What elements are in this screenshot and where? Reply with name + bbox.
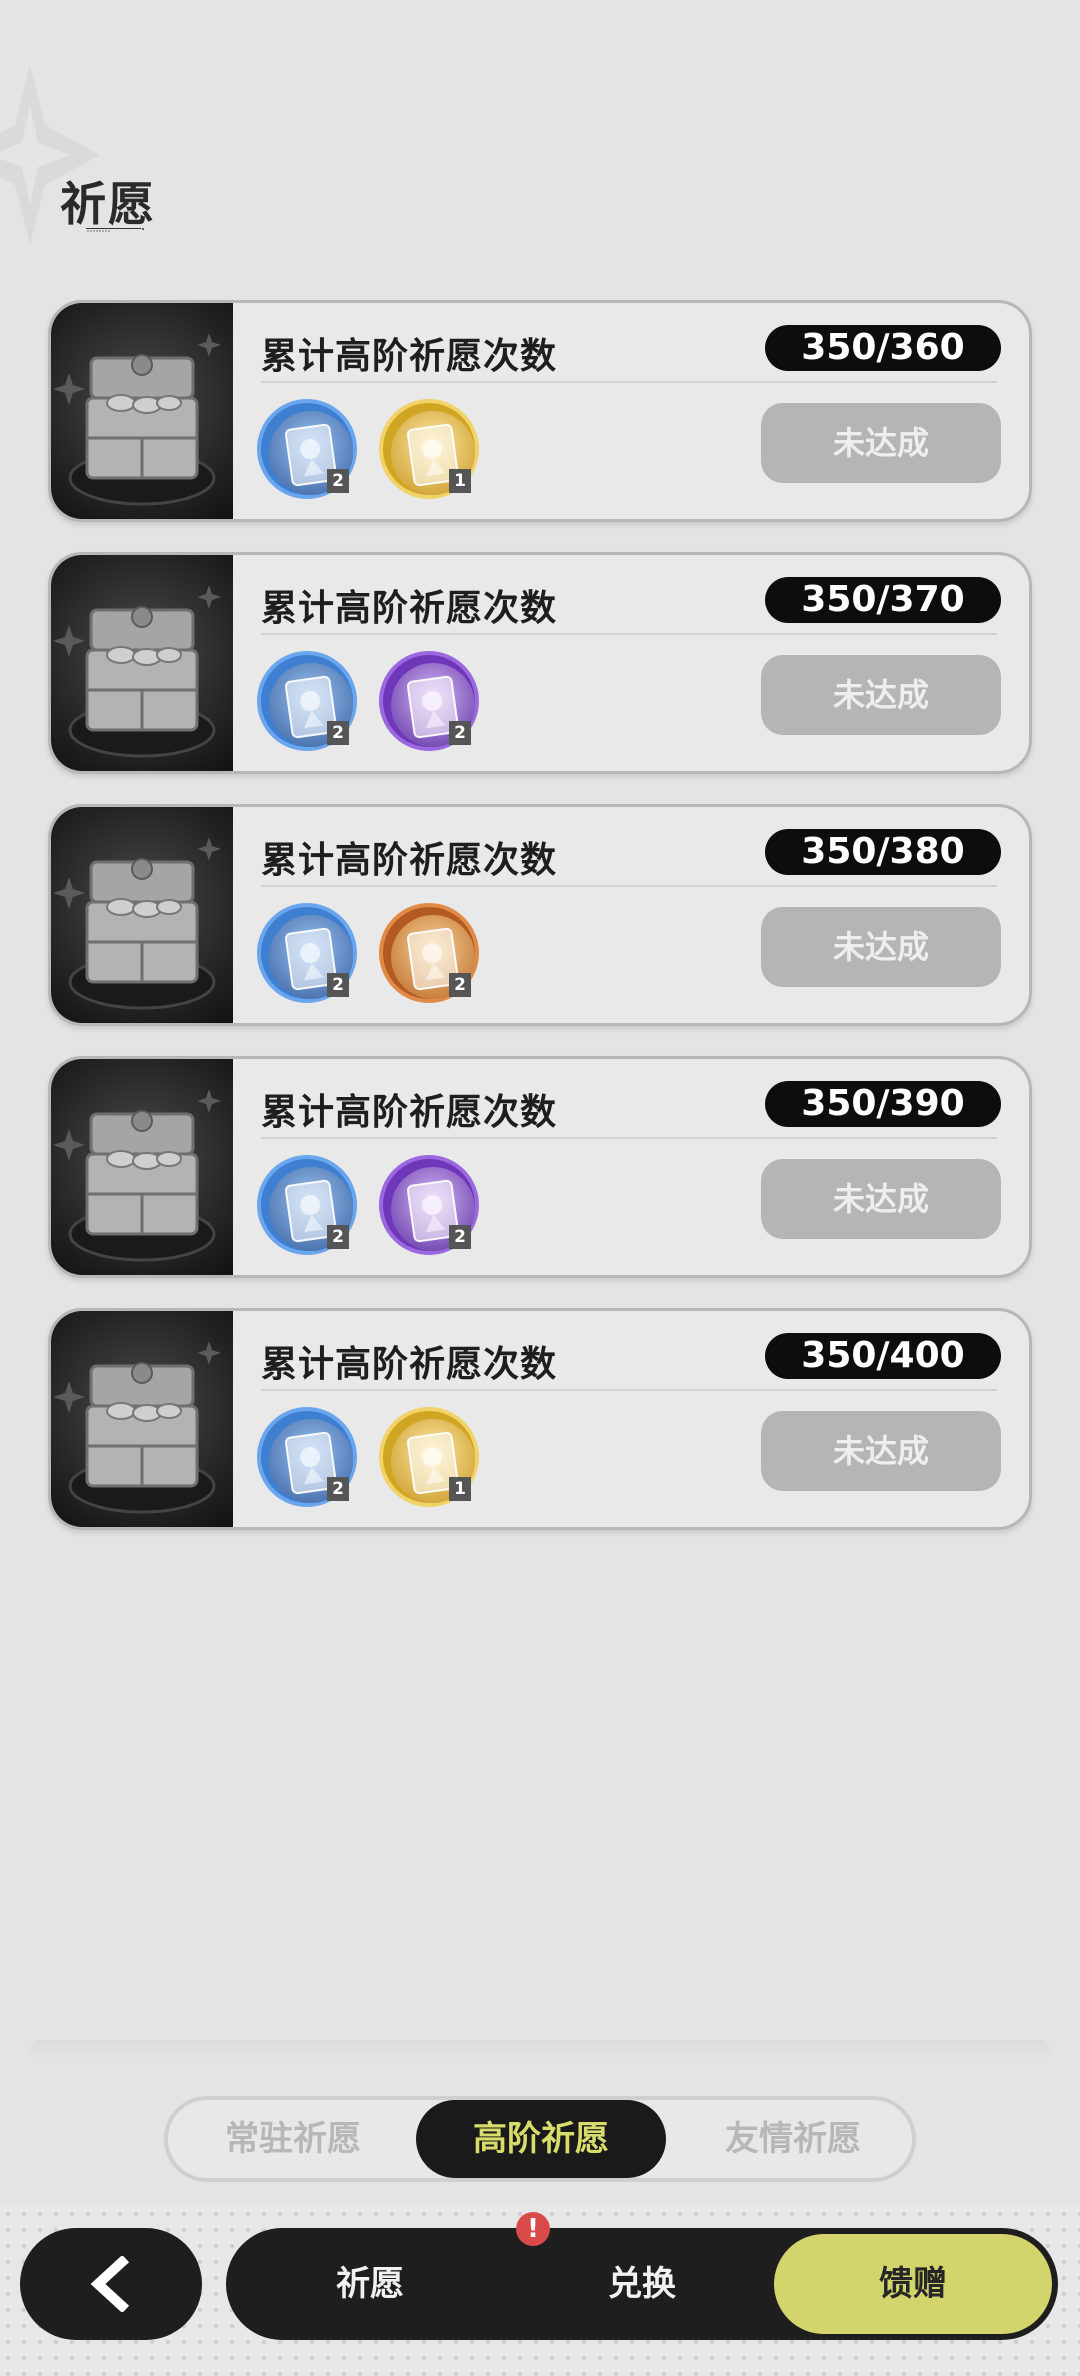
progress-badge: 350/390 <box>765 1081 1001 1127</box>
milestone-list: 累计高阶祈愿次数 350/360 2 1 未达成 累计高阶祈愿次数 350/37… <box>48 300 1032 1560</box>
milestone-card: 累计高阶祈愿次数 350/400 2 1 未达成 <box>48 1308 1032 1530</box>
reward-count: 2 <box>327 721 349 745</box>
progress-badge: 350/400 <box>765 1333 1001 1379</box>
treasure-chest-icon <box>51 807 233 1023</box>
reward-count: 2 <box>327 469 349 493</box>
divider <box>261 885 997 887</box>
divider-shadow <box>30 2040 1050 2060</box>
milestone-label: 累计高阶祈愿次数 <box>261 1092 558 1133</box>
reward-count: 2 <box>327 1477 349 1501</box>
reward-count: 1 <box>449 469 471 493</box>
progress-badge: 350/380 <box>765 829 1001 875</box>
reward-item[interactable]: 2 <box>257 651 357 751</box>
milestone-card: 累计高阶祈愿次数 350/390 2 2 未达成 <box>48 1056 1032 1278</box>
reward-item[interactable]: 2 <box>257 1407 357 1507</box>
milestone-label: 累计高阶祈愿次数 <box>261 1344 558 1385</box>
bottom-nav: 祈愿 ! 兑换 馈赠 <box>226 2212 1058 2340</box>
claim-status-button[interactable]: 未达成 <box>761 1159 1001 1239</box>
reward-count: 2 <box>449 721 471 745</box>
tab-friendship-wish[interactable]: 友情祈愿 <box>668 2100 918 2178</box>
divider <box>261 381 997 383</box>
nav-wish-label: 祈愿 <box>336 2264 404 2304</box>
nav-exchange[interactable]: 兑换 <box>542 2228 742 2340</box>
nav-wish[interactable]: 祈愿 ! <box>270 2212 550 2340</box>
claim-status-button[interactable]: 未达成 <box>761 403 1001 483</box>
chevron-left-icon <box>90 2256 130 2312</box>
treasure-chest-icon <box>51 303 233 519</box>
reward-item[interactable]: 1 <box>379 399 479 499</box>
progress-badge: 350/360 <box>765 325 1001 371</box>
reward-item[interactable]: 2 <box>379 903 479 1003</box>
reward-item[interactable]: 2 <box>257 1155 357 1255</box>
claim-status-button[interactable]: 未达成 <box>761 1411 1001 1491</box>
milestone-label: 累计高阶祈愿次数 <box>261 840 558 881</box>
claim-status-button[interactable]: 未达成 <box>761 907 1001 987</box>
treasure-chest-icon <box>51 1059 233 1275</box>
divider <box>261 1137 997 1139</box>
reward-item[interactable]: 2 <box>379 1155 479 1255</box>
reward-item[interactable]: 2 <box>257 399 357 499</box>
treasure-chest-icon <box>51 555 233 771</box>
reward-item[interactable]: 2 <box>257 903 357 1003</box>
tab-standard-wish[interactable]: 常驻祈愿 <box>168 2100 418 2178</box>
reward-item[interactable]: 1 <box>379 1407 479 1507</box>
reward-count: 2 <box>327 1225 349 1249</box>
nav-gift[interactable]: 馈赠 <box>774 2234 1052 2334</box>
progress-badge: 350/370 <box>765 577 1001 623</box>
title-underline <box>86 228 144 232</box>
reward-item[interactable]: 2 <box>379 651 479 751</box>
wish-type-tabs: 常驻祈愿 高阶祈愿 友情祈愿 <box>164 2096 916 2182</box>
divider <box>261 1389 997 1391</box>
back-button[interactable] <box>20 2228 202 2340</box>
reward-count: 1 <box>449 1477 471 1501</box>
milestone-label: 累计高阶祈愿次数 <box>261 588 558 629</box>
tab-premium-wish[interactable]: 高阶祈愿 <box>416 2100 666 2178</box>
page-title: 祈愿 <box>60 177 156 231</box>
milestone-card: 累计高阶祈愿次数 350/370 2 2 未达成 <box>48 552 1032 774</box>
reward-count: 2 <box>449 1225 471 1249</box>
reward-count: 2 <box>449 973 471 997</box>
claim-status-button[interactable]: 未达成 <box>761 655 1001 735</box>
milestone-card: 累计高阶祈愿次数 350/360 2 1 未达成 <box>48 300 1032 522</box>
treasure-chest-icon <box>51 1311 233 1527</box>
milestone-card: 累计高阶祈愿次数 350/380 2 2 未达成 <box>48 804 1032 1026</box>
divider <box>261 633 997 635</box>
milestone-label: 累计高阶祈愿次数 <box>261 336 558 377</box>
reward-count: 2 <box>327 973 349 997</box>
